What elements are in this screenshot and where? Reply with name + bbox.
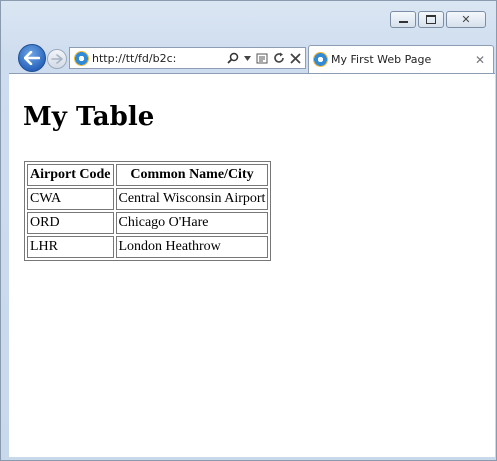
table-cell: Chicago O'Hare bbox=[115, 212, 269, 234]
address-url[interactable]: http://tt/fd/b2c: bbox=[92, 52, 227, 65]
back-button[interactable] bbox=[18, 44, 46, 72]
page-heading: My Table bbox=[23, 102, 155, 132]
close-icon: ✕ bbox=[461, 13, 471, 26]
ie-page-icon bbox=[74, 50, 89, 66]
refresh-icon[interactable] bbox=[273, 52, 285, 64]
airport-table: Airport Code Common Name/City CWA Centra… bbox=[24, 161, 272, 261]
tab-close-icon[interactable]: ✕ bbox=[475, 53, 485, 67]
table-header-row: Airport Code Common Name/City bbox=[27, 164, 269, 186]
minimize-button[interactable] bbox=[390, 11, 416, 28]
address-tools bbox=[227, 52, 305, 64]
back-arrow-icon bbox=[24, 51, 40, 65]
search-icon[interactable] bbox=[227, 52, 239, 64]
close-window-button[interactable]: ✕ bbox=[446, 11, 486, 28]
table-cell: London Heathrow bbox=[115, 236, 269, 258]
table-row: CWA Central Wisconsin Airport bbox=[27, 188, 269, 210]
address-bar[interactable]: http://tt/fd/b2c: bbox=[69, 47, 306, 69]
table-row: LHR London Heathrow bbox=[27, 236, 269, 258]
navigation-bar: http://tt/fd/b2c: My First Web Page ✕ bbox=[1, 43, 497, 73]
maximize-icon bbox=[426, 15, 436, 24]
tab-my-first-web-page[interactable]: My First Web Page ✕ bbox=[308, 45, 494, 73]
ie-tab-icon bbox=[313, 52, 328, 67]
table-row: ORD Chicago O'Hare bbox=[27, 212, 269, 234]
forward-arrow-icon bbox=[51, 54, 63, 64]
window-controls: ✕ bbox=[388, 11, 486, 28]
compatibility-view-icon[interactable] bbox=[256, 52, 268, 64]
stop-icon[interactable] bbox=[290, 52, 301, 64]
minimize-icon bbox=[398, 21, 408, 23]
column-header: Common Name/City bbox=[115, 164, 269, 186]
tab-label: My First Web Page bbox=[331, 53, 432, 66]
page-content: My Table Airport Code Common Name/City C… bbox=[9, 73, 495, 457]
maximize-button[interactable] bbox=[418, 11, 444, 28]
table-cell: Central Wisconsin Airport bbox=[115, 188, 269, 210]
column-header: Airport Code bbox=[27, 164, 114, 186]
dropdown-chevron-icon[interactable] bbox=[244, 55, 251, 61]
table-cell: ORD bbox=[27, 212, 114, 234]
table-cell: LHR bbox=[27, 236, 114, 258]
table-cell: CWA bbox=[27, 188, 114, 210]
forward-button[interactable] bbox=[47, 49, 67, 69]
browser-window: ✕ http://tt/fd/b2c: My First Web Page ✕ … bbox=[0, 0, 497, 461]
